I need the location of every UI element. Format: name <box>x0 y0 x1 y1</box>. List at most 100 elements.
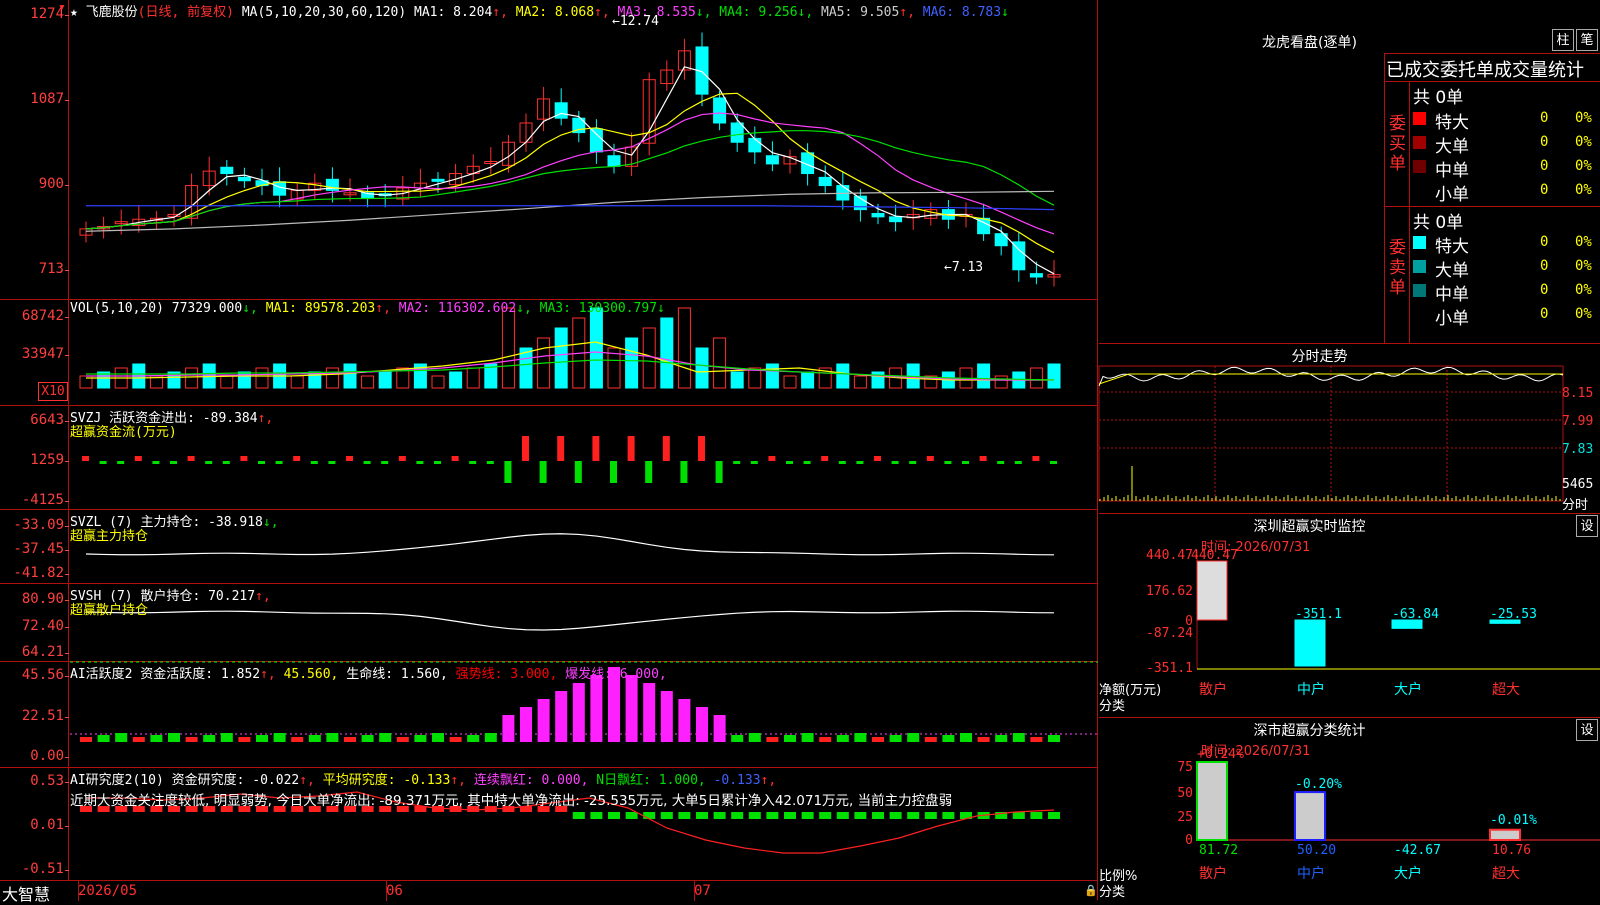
stock-name: 飞鹿股份 <box>85 5 138 20</box>
menu-marker-icon[interactable]: ▾ <box>58 0 66 15</box>
order-type-label: 小单 <box>1435 309 1469 329</box>
fund-flow-bar <box>99 461 107 464</box>
date-tick: 07 <box>694 883 711 899</box>
intraday-tick: 7.83 <box>1562 442 1594 457</box>
ma-arrow: ↓ <box>1001 5 1009 20</box>
activity-bar <box>942 735 955 742</box>
research-bar <box>608 812 620 819</box>
net-amount-bar-chart[interactable]: 440.47176.620-87.24-351.1440.47散户-351.1中… <box>1099 514 1600 718</box>
activity-bar <box>643 683 656 742</box>
activity-bar <box>379 733 392 742</box>
activity-bar <box>696 707 708 742</box>
activity-bar <box>590 675 603 742</box>
activity-bar <box>168 733 180 742</box>
svzl-arrow: ↓, <box>262 515 279 530</box>
fund-flow-bar <box>803 461 811 464</box>
bar-mode-button[interactable]: 柱 <box>1552 29 1574 51</box>
candle-body <box>765 155 779 165</box>
ai2-arrow: ↑, <box>299 773 315 788</box>
volume-bar <box>1029 367 1043 389</box>
svzj-panel[interactable]: 6643 1259 -4125 SVZJ 活跃资金进出: -89.384↑, 超… <box>0 406 1098 510</box>
fund-flow-bar <box>293 456 301 461</box>
order-color-swatch <box>1413 260 1426 273</box>
research-bar <box>1012 812 1025 819</box>
order-pct: 0% <box>1575 158 1592 174</box>
fund-flow-bar <box>962 461 969 464</box>
activity-bar <box>256 735 268 742</box>
intraday-panel[interactable]: 分时走势 8.15 7.99 7.83 5465 分时 <box>1098 344 1600 514</box>
order-count: 0 <box>1540 110 1549 126</box>
fund-flow-bar <box>416 461 424 464</box>
activity-bar <box>185 737 198 742</box>
monitor-tick: 440.47 <box>1146 548 1193 563</box>
svsh-subtitle: 超赢散户持仓 <box>70 603 149 618</box>
ai2-avg-arrow: ↑, <box>450 773 466 788</box>
volume-bar <box>783 375 797 389</box>
order-row: 大单 0 0% <box>1385 254 1600 281</box>
candle-body <box>818 176 832 187</box>
svzl-panel[interactable]: -33.09 -37.45 -41.82 SVZL (7) 主力持仓: -38.… <box>0 510 1098 584</box>
activity-bar <box>414 735 427 742</box>
fund-flow-bar <box>592 436 600 461</box>
volume-legend: VOL(5,10,20) 77329.000↓, MA1: 89578.203↑… <box>70 301 665 316</box>
intraday-chart[interactable] <box>1098 344 1600 514</box>
candle-body <box>589 128 603 153</box>
price-panel[interactable]: 1274 1087 900 713 ★ 飞鹿股份(日线, 前复权) MA(5,1… <box>0 0 1098 300</box>
fund-flow-bar <box>1050 461 1057 464</box>
volume-bar <box>730 371 744 389</box>
order-count: 0 <box>1540 258 1549 274</box>
order-color-swatch <box>1413 284 1426 297</box>
vol-ma3: MA3: 130300.797 <box>539 301 658 316</box>
order-pct: 0% <box>1575 306 1592 322</box>
activity-bar <box>555 691 568 742</box>
volume-panel[interactable]: 68742 33947 X10 VOL(5,10,20) 77329.000↓,… <box>0 300 1098 406</box>
activity-bar <box>1012 733 1025 742</box>
svsh-panel[interactable]: 80.90 72.40 64.21 SVSH (7) 散户持仓: 70.217↑… <box>0 584 1098 662</box>
ai-research-panel[interactable]: 0.53 0.01 -0.51 AI研究度2(10) 资金研究度: -0.022… <box>0 768 1098 880</box>
ai2-legend: AI研究度2(10) 资金研究度: -0.022↑, 平均研究度: -0.133… <box>70 769 776 788</box>
activity-bar <box>889 735 902 742</box>
candlestick-chart[interactable] <box>0 0 1098 300</box>
volume-bar <box>994 375 1008 389</box>
order-row: 小单 0 0% <box>1385 302 1600 329</box>
candle-body <box>220 166 234 175</box>
research-bar <box>678 812 691 819</box>
ai2-value-d: -0.133 <box>713 773 761 788</box>
vol-ma1-arrow: ↑, <box>375 301 391 316</box>
monitor-panel[interactable]: 深圳超赢实时监控 设 时间: 2026/07/31 440.47 176.62 0-… <box>1099 514 1600 718</box>
order-pct: 0% <box>1575 134 1592 150</box>
classify-category: 超大 <box>1492 866 1520 882</box>
monitor-category: 大户 <box>1394 681 1422 698</box>
lock-icon[interactable]: 🔒 <box>1084 884 1098 897</box>
activity-bar <box>502 715 515 742</box>
favorite-star-icon[interactable]: ★ <box>70 5 78 20</box>
tick-mode-button[interactable]: 笔 <box>1576 29 1598 51</box>
activity-bar <box>854 733 867 742</box>
ai-activity-panel[interactable]: 45.56 22.51 0.00 AI活跃度2 资金活跃度: 1.852↑, 4… <box>0 661 1098 768</box>
period-mode[interactable]: (日线, 前复权) <box>138 5 234 20</box>
ratio-bar-chart[interactable]: 75 50 25 0 +0.24% 81.72 散户 -0.20% 50.20 中户 -42.67 大… <box>1099 718 1600 900</box>
ai1-strong-line: 强势线: 3.000, <box>455 667 558 682</box>
volume-bar <box>695 347 709 389</box>
volume-bar <box>501 307 515 389</box>
order-pct: 0% <box>1575 282 1592 298</box>
research-bar <box>872 812 884 819</box>
volume-bar <box>255 367 269 389</box>
activity-bar <box>484 733 497 742</box>
fund-flow-bar <box>486 461 494 464</box>
date-axis[interactable]: 大智慧 2026/05 06 07 🔒 <box>0 880 1098 904</box>
ai1-title: AI活跃度2 资金活跃度: 1.852 <box>70 667 261 682</box>
date-tick: 2026/05 <box>78 883 138 899</box>
fund-flow-bar <box>574 461 582 483</box>
net-amount-label: 440.47 <box>1191 548 1238 563</box>
order-stats-header: 已成交委托单成交量统计 <box>1386 60 1584 81</box>
classify-panel[interactable]: 深市超赢分类统计 设 时间: 2026/07/31 75 50 25 0 +0.24% 8… <box>1099 718 1600 900</box>
candle-body <box>730 122 744 143</box>
activity-bar <box>238 737 251 742</box>
volume-bar <box>1047 363 1061 389</box>
research-bar <box>801 812 814 819</box>
date-divider <box>386 881 387 901</box>
order-color-swatch <box>1413 236 1426 249</box>
order-row: 中单 0 0% <box>1385 278 1600 305</box>
order-count: 0 <box>1540 134 1549 150</box>
